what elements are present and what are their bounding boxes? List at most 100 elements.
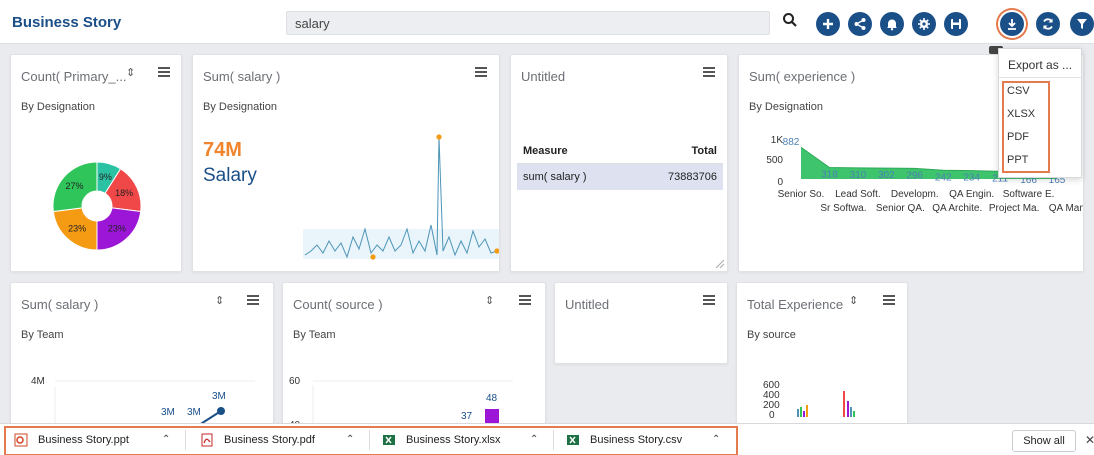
save-button[interactable] [944,12,968,36]
export-ppt-option[interactable]: PPT [1007,154,1028,166]
download-file-name: Business Story.pdf [224,434,315,446]
card-subtitle: By Designation [749,101,823,113]
card-count-primary[interactable]: Count( Primary_... ⇕ By Designation 9% 18… [10,54,182,272]
bar [850,407,852,417]
search-icon[interactable] [782,12,798,28]
filter-button[interactable] [1070,12,1094,36]
menu-icon[interactable] [703,295,715,305]
notification-button[interactable] [880,12,904,36]
sparkline-chart [303,134,499,260]
sort-icon[interactable]: ⇕ [485,294,494,307]
resize-handle-icon[interactable] [715,259,725,269]
export-menu: Export as ... CSV XLSX PDF PPT [998,48,1082,178]
card-title: Total Experience [747,297,844,312]
slice-label: 18% [115,188,133,198]
csv-file-icon [567,435,579,445]
download-item-xlsx[interactable]: Business Story.xlsx [382,433,532,451]
close-icon[interactable]: ✕ [1085,433,1094,447]
bar [843,391,845,417]
excel-file-icon [383,435,395,445]
menu-icon[interactable] [703,67,715,77]
card-subtitle: By Team [21,329,64,341]
x-tick-label: QA Archite. [932,203,982,214]
export-button[interactable] [1000,12,1024,36]
menu-icon[interactable] [475,67,487,77]
kpi-label: Salary [203,165,257,186]
menu-icon[interactable] [519,295,531,305]
export-icon [1008,19,1016,30]
settings-icon [918,18,930,30]
x-tick-label: Sr Softwa. [820,203,866,214]
card-subtitle: By source [747,329,796,341]
y-tick-label: 500 [766,155,783,166]
y-tick-label: 60 [289,376,301,387]
card-untitled-2[interactable]: Untitled [554,282,728,364]
download-item-pdf[interactable]: Business Story.pdf [200,433,350,451]
data-table: Measure Total sum( salary ) 73883706 [517,139,723,190]
show-all-button[interactable]: Show all [1012,430,1076,452]
search-input[interactable]: salary [286,11,770,35]
bar-chart: 600 400 200 0 [763,380,855,421]
card-untitled-table[interactable]: Untitled Measure Total sum( salary ) 738… [510,54,728,272]
menu-icon[interactable] [247,295,259,305]
bar [803,411,805,417]
chevron-up-icon[interactable]: ⌃ [162,434,170,445]
card-count-source[interactable]: Count( source ) ⇕ By Team 60 40 48 37 [282,282,546,433]
kpi-value: 74M [203,139,242,161]
divider [185,430,186,450]
data-label: 48 [486,393,498,404]
slice-label: 23% [68,224,86,234]
export-xlsx-option[interactable]: XLSX [1007,108,1035,120]
download-file-name: Business Story.csv [590,434,683,446]
download-item-csv[interactable]: Business Story.csv [566,433,716,451]
data-label: 310 [850,170,867,181]
chevron-up-icon[interactable]: ⌃ [530,434,538,445]
export-pdf-option[interactable]: PDF [1007,131,1029,143]
bar [853,411,855,417]
sparkline-max-point [436,134,442,140]
card-subtitle: By Designation [21,101,95,113]
share-button[interactable] [848,12,872,36]
settings-button[interactable] [912,12,936,36]
download-bar: Business Story.ppt ⌃ Business Story.pdf … [0,423,1094,455]
refresh-icon [1043,18,1053,30]
export-csv-option[interactable]: CSV [1007,85,1030,97]
pdf-file-icon [201,433,213,447]
card-title: Sum( experience ) [749,69,856,84]
sort-icon[interactable]: ⇕ [849,294,858,307]
menu-icon[interactable] [158,67,170,77]
col-total: Total [691,145,717,157]
download-item-ppt[interactable]: Business Story.ppt [14,433,174,451]
card-subtitle: By Designation [203,101,277,113]
cell-measure: sum( salary ) [523,171,587,183]
x-tick-label: Senior So. [778,189,825,200]
data-label: 302 [878,170,895,181]
card-title: Untitled [521,69,566,84]
cell-total: 73883706 [668,171,717,183]
add-button[interactable] [816,12,840,36]
y-tick-label: 0 [777,177,783,188]
add-icon [823,19,833,29]
chevron-up-icon[interactable]: ⌃ [346,434,354,445]
table-row[interactable]: sum( salary ) 73883706 [517,164,723,190]
table-header: Measure Total [517,139,723,164]
x-tick-label: Lead Soft. [835,189,881,200]
share-icon [854,18,866,30]
x-tick-label: Software E. [1003,189,1055,200]
data-label: 3M [187,407,201,418]
bar [806,405,808,417]
y-tick-label: 4M [31,376,45,387]
divider [369,430,370,450]
card-total-experience[interactable]: Total Experience ⇕ By source 600 400 200… [736,282,908,432]
menu-icon[interactable] [883,295,895,305]
card-subtitle: By Team [293,329,336,341]
card-sum-salary-kpi[interactable]: Sum( salary ) By Designation 74M Salary [192,54,500,272]
chevron-up-icon[interactable]: ⌃ [712,434,720,445]
data-label: 37 [461,411,473,422]
slice-label: 23% [108,224,126,234]
card-sum-salary-team[interactable]: Sum( salary ) ⇕ By Team 4M 3M 3M 3M [10,282,274,433]
refresh-button[interactable] [1036,12,1060,36]
data-label: 234 [963,173,980,184]
sort-icon[interactable]: ⇕ [126,66,135,79]
sort-icon[interactable]: ⇕ [215,294,224,307]
